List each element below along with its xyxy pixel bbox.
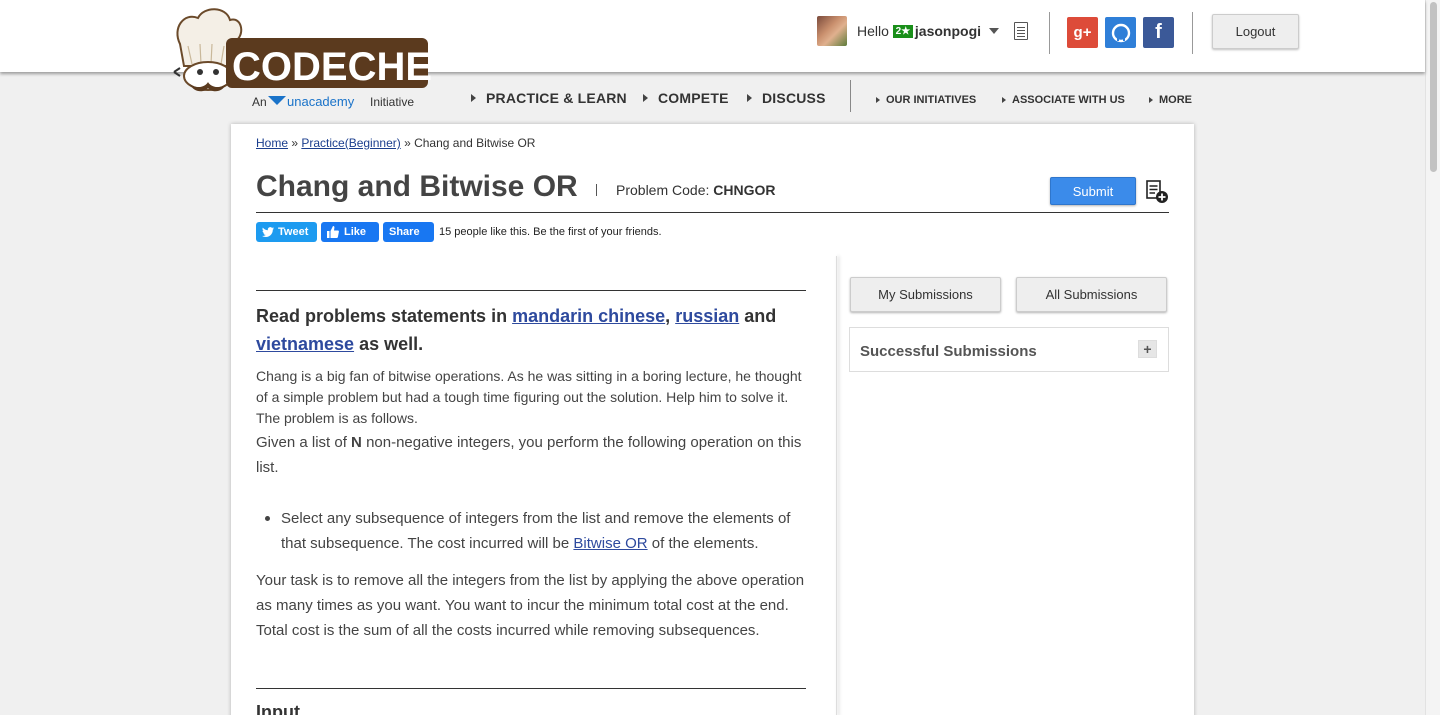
link-mandarin[interactable]: mandarin chinese [512,306,665,326]
translations-notice: Read problems statements in mandarin chi… [256,306,777,354]
svg-text:Initiative: Initiative [370,95,414,109]
greeting-text: Hello [857,23,889,39]
submit-button[interactable]: Submit [1050,177,1136,205]
my-submissions-button[interactable]: My Submissions [850,277,1001,312]
expand-icon[interactable]: + [1138,340,1157,358]
successful-submissions-title: Successful Submissions [860,343,1037,360]
github-icon[interactable] [1105,17,1136,48]
all-submissions-button[interactable]: All Submissions [1016,277,1167,312]
nav-our-initiatives[interactable]: OUR INITIATIVES [876,91,976,109]
link-bitwise-or[interactable]: Bitwise OR [573,535,647,552]
caret-right-icon [1002,97,1006,103]
caret-right-icon [643,94,648,102]
caret-right-icon [747,94,752,102]
breadcrumb-current: Chang and Bitwise OR [414,136,536,150]
list-item: Select any subsequence of integers from … [264,506,809,556]
link-russian[interactable]: russian [675,306,739,326]
tweet-button[interactable]: Tweet [256,222,317,242]
input-heading: Input [256,702,300,715]
section-divider [256,688,806,689]
facebook-icon[interactable]: f [1143,17,1174,48]
scrollbar-thumb[interactable] [1430,2,1437,172]
username[interactable]: jasonpogi [915,23,981,39]
caret-right-icon [471,94,476,102]
breadcrumb-practice[interactable]: Practice(Beginner) [301,136,400,150]
breadcrumb: Home » Practice(Beginner) » Chang and Bi… [256,136,536,150]
avatar[interactable] [817,16,847,46]
share-bar: Tweet Like Share 15 people like this. Be… [256,222,662,242]
caret-right-icon [1149,97,1153,103]
notes-icon[interactable] [1014,22,1028,40]
title-separator [596,184,597,196]
like-count-text: 15 people like this. Be the first of you… [439,226,662,238]
chevron-down-icon[interactable] [989,28,1000,34]
breadcrumb-home[interactable]: Home [256,136,288,150]
twitter-icon [262,227,274,237]
facebook-like-button[interactable]: Like [321,222,379,242]
svg-text:An: An [252,95,267,109]
nav-divider [850,80,851,112]
nav-compete[interactable]: COMPETE [643,89,729,107]
nav-more[interactable]: MORE [1149,91,1192,109]
problem-code: Problem Code: CHNGOR [616,182,776,198]
title-divider [256,212,1169,213]
svg-text:unacademy: unacademy [287,94,355,109]
nav-associate-with-us[interactable]: ASSOCIATE WITH US [1002,91,1125,109]
statement-divider [256,290,806,291]
successful-submissions-panel: Successful Submissions + [849,327,1169,372]
problem-given: Given a list of N non-negative integers,… [256,434,802,476]
link-vietnamese[interactable]: vietnamese [256,334,354,354]
rating-star-badge: 2★ [892,24,913,38]
google-plus-icon[interactable]: g+ [1067,17,1098,48]
greeting: Hello 2★ jasonpogi [857,23,981,39]
problem-statement: Read problems statements in mandarin chi… [256,256,836,715]
thumbs-up-icon [327,226,339,238]
header-divider [1192,12,1193,54]
nav-discuss[interactable]: DISCUSS [747,89,826,107]
user-menu[interactable]: Hello 2★ jasonpogi [817,16,1000,46]
nav-practice-learn[interactable]: PRACTICE & LEARN [471,89,627,107]
svg-text:CODECHEF: CODECHEF [232,45,432,89]
facebook-share-button[interactable]: Share [383,222,434,242]
problem-intro: Chang is a big fan of bitwise operations… [256,368,802,426]
header-divider [1049,12,1050,54]
problem-task: Your task is to remove all the integers … [256,572,805,639]
logout-button[interactable]: Logout [1212,14,1299,49]
add-to-list-icon[interactable] [1146,180,1169,204]
codechef-logo[interactable]: CODECHEF An unacademy Initiative [170,6,456,112]
problem-title: Chang and Bitwise OR [256,170,578,203]
caret-right-icon [876,97,880,103]
column-divider [836,256,837,715]
